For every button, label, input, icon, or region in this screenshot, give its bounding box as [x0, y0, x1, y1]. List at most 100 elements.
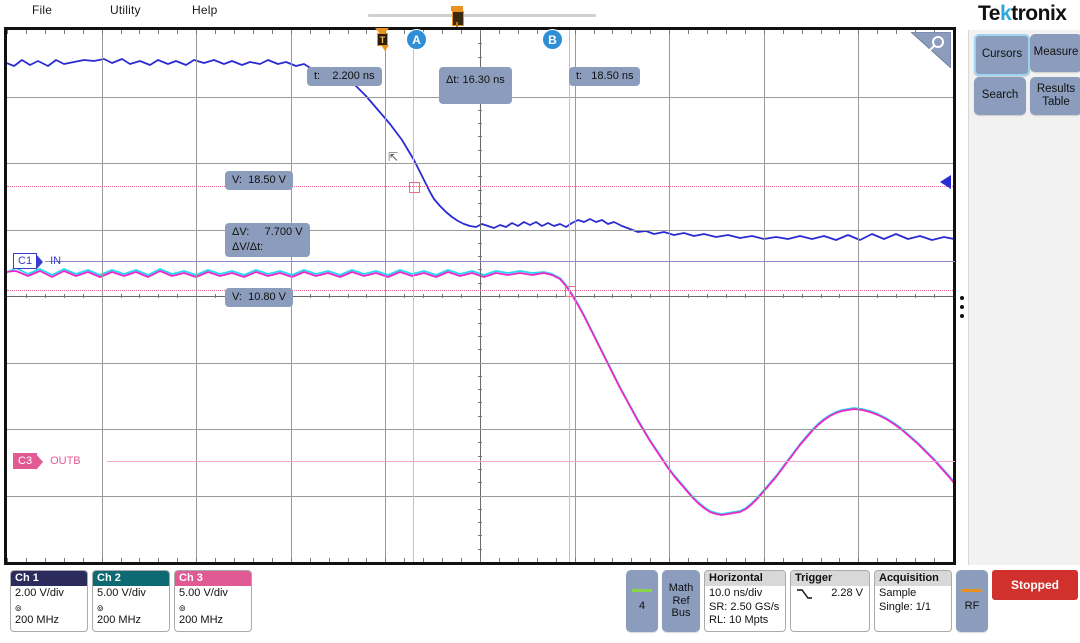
axis-tick: [518, 558, 519, 562]
axis-tick: [478, 482, 482, 483]
axis-tick: [45, 30, 46, 34]
cursors-button[interactable]: Cursors: [974, 34, 1030, 76]
cursor-a-marker[interactable]: A: [406, 29, 427, 50]
axis-tick: [575, 558, 576, 562]
axis-tick: [442, 294, 443, 298]
axis-tick: [612, 294, 613, 298]
axis-tick: [877, 294, 878, 298]
axis-tick: [404, 558, 405, 562]
trigger-settings-card[interactable]: Trigger 2.28 V: [790, 570, 870, 632]
axis-tick: [121, 30, 122, 34]
axis-tick: [537, 558, 538, 562]
waveform-graticule[interactable]: ⇱ C1 IN C3 OUTB t: 2.200 ns Δt: 16.30 ns…: [4, 27, 956, 565]
cursor-b-time-readout[interactable]: t: 18.50 ns: [569, 67, 641, 86]
results-table-button[interactable]: Results Table: [1030, 77, 1080, 115]
axis-tick: [499, 294, 500, 298]
channel-card-ch2-coupling-icon: ๏: [97, 600, 104, 614]
logo-text-pre: Te: [978, 2, 1000, 25]
channel-4-button[interactable]: 4: [626, 570, 658, 632]
cursor-b-marker[interactable]: B: [542, 29, 563, 50]
axis-tick: [234, 558, 235, 562]
axis-tick: [26, 558, 27, 562]
channel-tag-c1[interactable]: C1 IN: [13, 253, 62, 270]
axis-tick: [158, 30, 159, 34]
axis-tick: [196, 30, 197, 34]
axis-tick: [478, 522, 482, 523]
acquisition-sequence: Single: 1/1: [879, 600, 931, 613]
axis-tick: [177, 30, 178, 34]
axis-tick: [478, 349, 482, 350]
axis-tick: [669, 30, 670, 34]
trigger-title: Trigger: [791, 571, 869, 586]
axis-tick: [802, 30, 803, 34]
axis-tick: [253, 558, 254, 562]
menu-item-help[interactable]: Help: [192, 3, 217, 17]
axis-tick: [442, 558, 443, 562]
cursor-delta-time-readout[interactable]: Δt: 16.30 ns: [439, 67, 512, 104]
channel-card-ch3-title: Ch 3: [175, 571, 251, 586]
run-status-badge[interactable]: Stopped: [992, 570, 1078, 600]
acquisition-settings-card[interactable]: Acquisition Sample Single: 1/1: [874, 570, 952, 632]
horizontal-position-knob-icon[interactable]: [450, 6, 464, 31]
trigger-falling-edge-icon: [797, 589, 812, 599]
axis-tick: [461, 30, 462, 34]
cursor-b-horizontal-line[interactable]: [7, 290, 953, 291]
trigger-level-arrow-icon[interactable]: [940, 175, 951, 189]
cursor-a-handle[interactable]: [409, 182, 420, 193]
zoom-area-icon[interactable]: [911, 32, 951, 68]
cursor-delta-voltage-readout[interactable]: ΔV: 7.700 V ΔV/Δt:: [225, 223, 310, 257]
axis-tick: [329, 294, 330, 298]
axis-tick: [478, 190, 482, 191]
axis-tick: [7, 30, 8, 34]
ch1-reference-line: [45, 261, 955, 262]
axis-tick: [480, 558, 481, 562]
axis-tick: [707, 294, 708, 298]
channel-card-ch1[interactable]: Ch 1 2.00 V/div ๏ 200 MHz: [10, 570, 88, 632]
cursor-a-horizontal-line[interactable]: [7, 186, 953, 187]
axis-tick: [442, 30, 443, 34]
cursor-a-vertical-line[interactable]: [413, 30, 414, 562]
horizontal-settings-card[interactable]: Horizontal 10.0 ns/div SR: 2.50 GS/s RL:…: [704, 570, 786, 632]
axis-tick: [839, 558, 840, 562]
axis-tick: [310, 30, 311, 34]
axis-tick: [688, 558, 689, 562]
axis-tick: [291, 558, 292, 562]
axis-tick: [612, 30, 613, 34]
axis-tick: [478, 389, 482, 390]
panel-drag-handle-icon[interactable]: [960, 296, 965, 318]
axis-tick: [480, 30, 481, 34]
math-ref-bus-button[interactable]: Math Ref Bus: [662, 570, 700, 632]
axis-tick: [821, 294, 822, 298]
channel-card-ch3[interactable]: Ch 3 5.00 V/div ๏ 200 MHz: [174, 570, 252, 632]
axis-tick: [348, 294, 349, 298]
measure-button[interactable]: Measure: [1030, 34, 1080, 72]
axis-tick: [423, 558, 424, 562]
axis-tick: [594, 294, 595, 298]
menu-item-file[interactable]: File: [32, 3, 52, 17]
axis-tick: [121, 558, 122, 562]
axis-tick: [102, 558, 103, 562]
axis-tick: [478, 442, 482, 443]
horizontal-scale: 10.0 ns/div: [709, 587, 763, 599]
gridline-horizontal: [7, 296, 953, 297]
channel-tag-c1-label: IN: [50, 255, 62, 267]
axis-tick: [478, 243, 482, 244]
rf-button[interactable]: RF: [956, 570, 988, 632]
channel-tag-c3[interactable]: C3 OUTB: [13, 453, 81, 470]
axis-tick: [478, 216, 482, 217]
axis-tick: [121, 294, 122, 298]
horizontal-position-slider[interactable]: [368, 14, 596, 17]
trigger-position-marker[interactable]: T: [375, 28, 390, 54]
axis-tick: [726, 30, 727, 34]
axis-tick: [478, 136, 482, 137]
axis-tick: [478, 509, 482, 510]
channel-card-ch2[interactable]: Ch 2 5.00 V/div ๏ 200 MHz: [92, 570, 170, 632]
cursor-b-handle[interactable]: [565, 286, 576, 297]
gridline-horizontal: [7, 496, 953, 497]
search-button[interactable]: Search: [974, 77, 1026, 115]
menu-item-utility[interactable]: Utility: [110, 3, 141, 17]
axis-tick: [783, 294, 784, 298]
cursor-a-voltage-readout[interactable]: V: 18.50 V: [225, 171, 294, 190]
cursor-b-voltage-readout[interactable]: V: 10.80 V: [225, 288, 294, 307]
cursor-a-time-readout[interactable]: t: 2.200 ns: [307, 67, 382, 86]
